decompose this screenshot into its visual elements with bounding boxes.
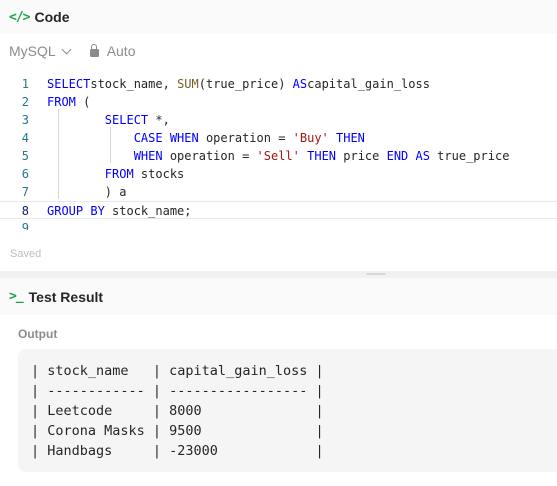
test-result-panel: >_ Test Result Output | stock_name | cap… [0,278,557,486]
code-token: ) a [47,185,127,199]
chevron-down-icon [61,44,72,54]
line-number: 4 [21,131,29,145]
output-line: | stock_name | capital_gain_loss | [31,363,324,379]
line-number: 2 [21,95,29,109]
line-number: 6 [21,167,29,181]
code-token: CASE WHEN [133,131,199,145]
save-status: Saved [10,248,42,260]
line-number: 7 [21,185,29,199]
line-code: SELECT *, [47,111,170,129]
mode-label: Auto [106,43,136,59]
test-result-title: Test Result [28,288,104,305]
code-token: SELECT [47,77,91,91]
line-number: 8 [21,204,29,218]
code-line[interactable]: 3 SELECT *, [0,111,557,129]
output-line: | Leetcode | 8000 | [31,403,324,419]
code-token: operation = [162,149,257,163]
output-label: Output [18,327,58,341]
code-editor[interactable]: 1 SELECTstock_name, SUM(true_price) AScap… [0,75,557,230]
line-code: WHEN operation = 'Sell' THEN price END A… [47,147,510,165]
code-line[interactable]: 9 [0,219,557,230]
line-number: 3 [21,113,29,127]
code-panel-title: Code [34,9,70,25]
terminal-icon: >_ [9,289,24,304]
editor-toolbar: MySQL Auto [0,34,557,68]
code-token: 'Sell' [256,149,300,163]
panel-resize-handle[interactable] [0,271,557,278]
code-token: operation = [198,131,293,145]
line-code: FROM stocks [47,165,184,183]
code-token: AS [292,77,308,91]
line-number: 1 [21,77,29,91]
code-line[interactable]: 1 SELECTstock_name, SUM(true_price) AScap… [0,75,557,93]
code-line[interactable]: 7 ) a [0,183,557,201]
code-line[interactable]: 6 FROM stocks [0,165,557,183]
code-token: THEN [299,149,337,163]
drag-handle-icon [366,273,386,275]
code-token: ( [75,95,91,109]
output-line: | ------------ | ----------------- | [31,383,324,399]
code-line[interactable]: 5 WHEN operation = 'Sell' THEN price END… [0,147,557,165]
code-token: (true_price) [198,77,293,91]
line-code: CASE WHEN operation = 'Buy' THEN [47,129,365,147]
code-line[interactable]: 4 CASE WHEN operation = 'Buy' THEN [0,129,557,147]
code-token: SUM [177,77,199,91]
lock-icon [89,44,99,57]
code-token: stocks [133,167,185,181]
output-line: | Corona Masks | 9500 | [31,423,324,439]
code-line[interactable]: 2 FROM ( [0,93,557,111]
code-token: stock_name; [104,204,192,218]
code-icon: </> [9,9,31,25]
test-result-header: >_ Test Result [0,278,557,315]
code-panel-header: </> Code [0,0,557,34]
code-line[interactable]: 8 GROUP BY stock_name; [0,201,557,219]
language-select-value: MySQL [9,43,56,59]
language-select[interactable]: MySQL [9,43,72,59]
code-token: true_price [429,149,510,163]
code-panel: </> Code MySQL Auto 1 SELECTstock_name, S… [0,0,557,271]
code-token: capital_gain_loss [307,77,430,91]
line-code: GROUP BY stock_name; [47,202,192,220]
output-box: | stock_name | capital_gain_loss | | ----… [18,349,557,472]
line-code: SELECTstock_name, SUM(true_price) AScapi… [47,75,430,93]
code-token: *, [148,113,170,127]
line-number: 5 [21,149,29,163]
code-token: 'Buy' [292,131,329,145]
code-token: stock_name, [90,77,178,91]
code-token: FROM [47,95,76,109]
line-code: FROM ( [47,93,90,111]
code-token: WHEN [133,149,163,163]
code-token: SELECT [104,113,149,127]
line-code: ) a [47,183,127,201]
code-token: price [336,149,387,163]
line-number: 9 [21,221,29,230]
code-token: END AS [386,149,430,163]
code-token: FROM [104,167,134,181]
output-line: | Handbags | -23000 | [31,443,324,459]
code-token: GROUP BY [47,204,105,218]
code-token: THEN [328,131,365,145]
